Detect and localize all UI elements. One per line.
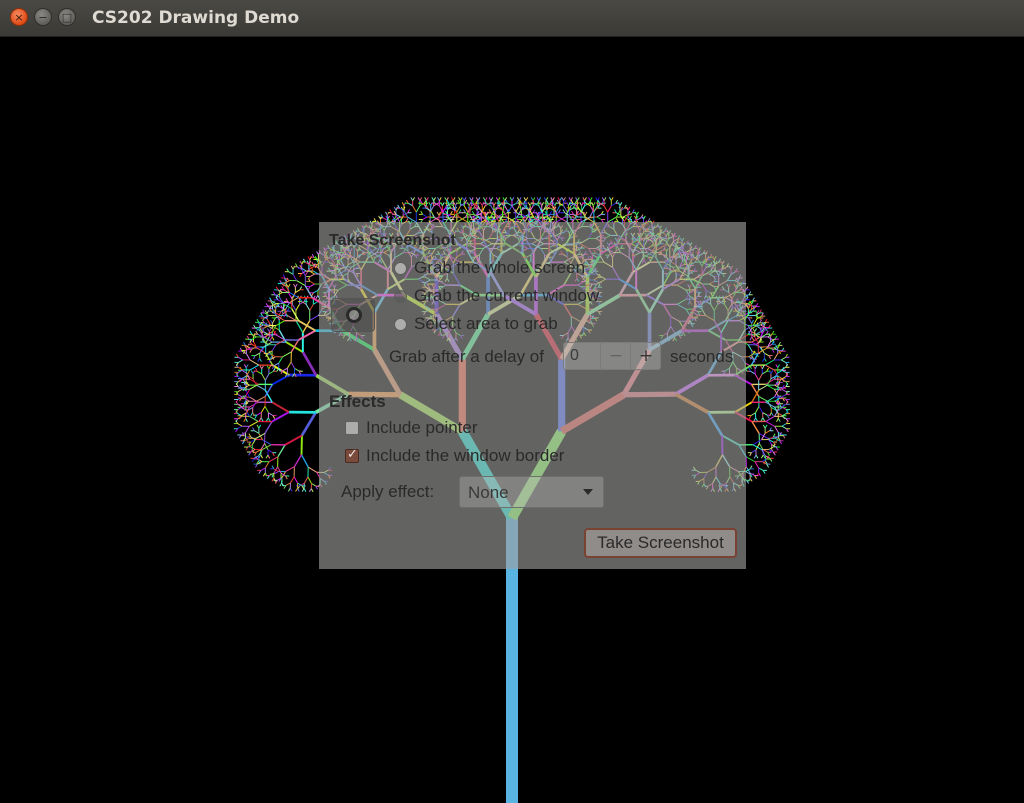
apply-effect-select[interactable]: None xyxy=(459,476,604,508)
apply-effect-label: Apply effect: xyxy=(341,482,435,501)
option-current-window-label[interactable]: Grab the current window xyxy=(414,286,599,306)
delay-unit-label: seconds xyxy=(670,347,734,366)
delay-label: Grab after a delay of xyxy=(389,347,544,366)
delay-spinner[interactable]: 0 − + xyxy=(563,342,661,370)
radio-whole-screen[interactable] xyxy=(394,262,407,275)
option-select-area-label[interactable]: Select area to grab xyxy=(414,314,558,334)
screenshot-dialog: Take Screenshot Grab the whole screen Gr… xyxy=(319,222,746,569)
chevron-down-icon[interactable] xyxy=(583,489,593,495)
include-pointer-label[interactable]: Include pointer xyxy=(366,418,478,438)
include-border-label[interactable]: Include the window border xyxy=(366,446,564,466)
include-border-checkbox[interactable] xyxy=(345,447,359,463)
camera-icon xyxy=(331,298,375,332)
take-screenshot-button[interactable]: Take Screenshot xyxy=(584,528,737,558)
radio-select-area[interactable] xyxy=(394,318,407,331)
minimize-icon[interactable]: − xyxy=(34,8,52,26)
effects-heading: Effects xyxy=(329,392,386,411)
title-bar: × − □ CS202 Drawing Demo xyxy=(0,0,1024,37)
delay-increment-button[interactable]: + xyxy=(630,343,661,369)
close-icon[interactable]: × xyxy=(10,8,28,26)
dialog-title: Take Screenshot xyxy=(329,232,456,249)
window-title: CS202 Drawing Demo xyxy=(92,8,300,28)
delay-value[interactable]: 0 xyxy=(570,347,579,365)
radio-current-window[interactable] xyxy=(394,290,407,303)
maximize-icon[interactable]: □ xyxy=(58,8,76,26)
include-pointer-checkbox[interactable] xyxy=(345,421,359,435)
option-whole-screen-label[interactable]: Grab the whole screen xyxy=(414,258,585,278)
delay-decrement-button[interactable]: − xyxy=(600,343,631,369)
apply-effect-value[interactable]: None xyxy=(468,483,509,503)
